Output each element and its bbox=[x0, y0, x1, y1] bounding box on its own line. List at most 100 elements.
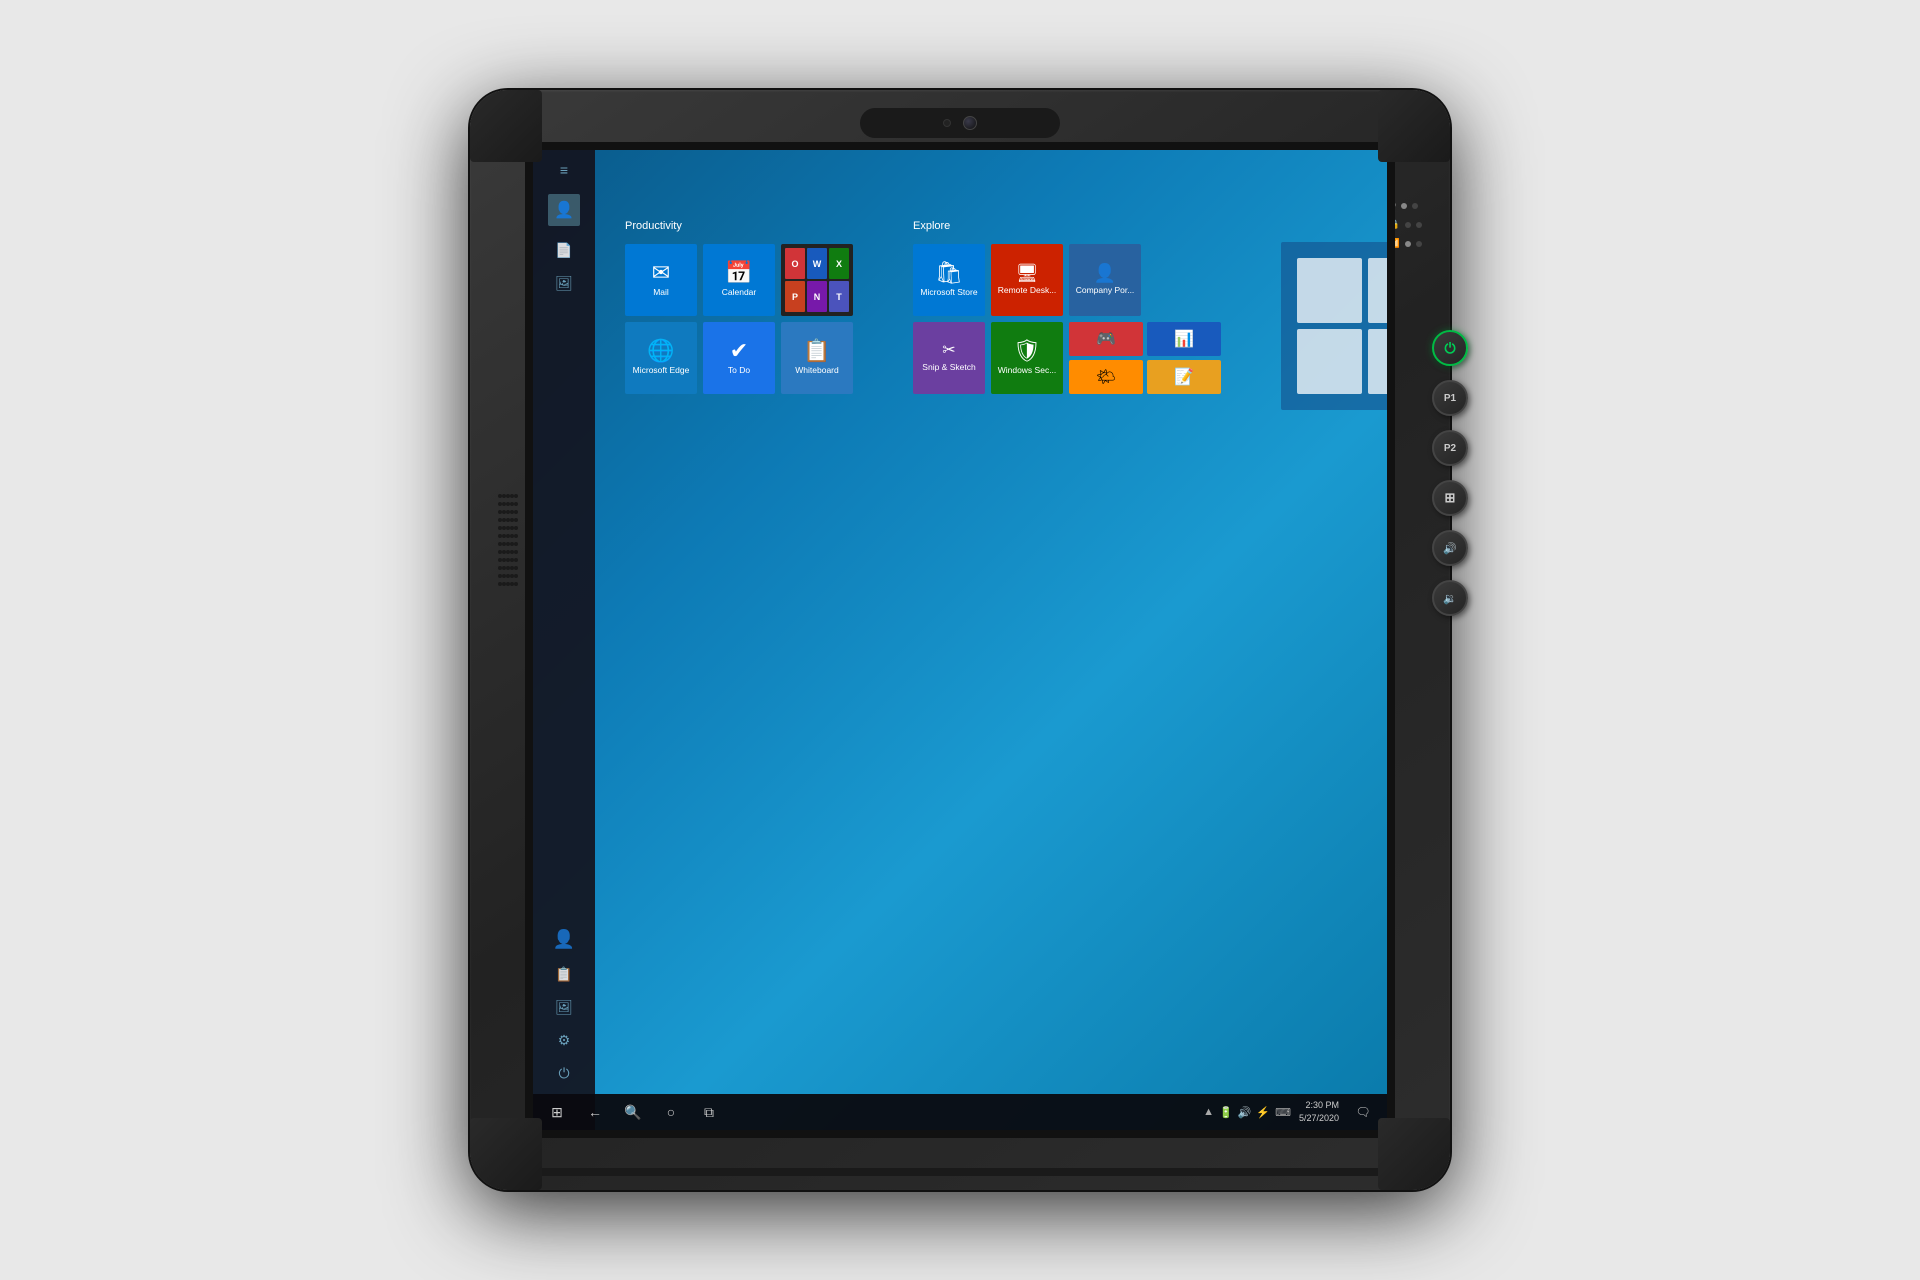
winsec-icon: 🛡 bbox=[1013, 340, 1041, 362]
speaker-hole-12 bbox=[498, 582, 502, 586]
speaker-grille bbox=[498, 440, 520, 640]
corner-bumper-bl bbox=[470, 1118, 542, 1190]
document-icon[interactable]: 📄 bbox=[555, 242, 572, 259]
volume-down-button[interactable]: 🔉 bbox=[1432, 580, 1468, 616]
keyboard-icon: ⌨ bbox=[1275, 1106, 1291, 1119]
explore-group: Explore 🛍 Microsoft Store 🖥 Remote Desk.… bbox=[913, 220, 1221, 1054]
edge-icon: 🌐 bbox=[647, 340, 674, 362]
notification-button[interactable]: 🗨 bbox=[1347, 1096, 1379, 1128]
camera-lens bbox=[963, 116, 977, 130]
search-button[interactable]: 🔍 bbox=[617, 1096, 649, 1128]
winsec-tile[interactable]: 🛡 Windows Sec... bbox=[991, 322, 1063, 394]
excel-cell: X bbox=[829, 248, 849, 279]
speaker-hole-4 bbox=[498, 518, 502, 522]
store-icon: 🛍 bbox=[935, 262, 963, 284]
whiteboard-label: Whiteboard bbox=[795, 365, 838, 375]
wifi-led-2 bbox=[1416, 241, 1422, 247]
start-menu-sidebar: ≡ 👤 📄 🖼 👤 📋 🖼 ⚙ ⏻ bbox=[533, 150, 595, 1130]
new-document-icon[interactable]: 📋 bbox=[555, 966, 572, 983]
tile-b[interactable]: 📊 bbox=[1147, 322, 1221, 356]
productivity-row-2: 🌐 Microsoft Edge ✔ To Do 📋 Whiteboard bbox=[625, 322, 853, 394]
taskbar: ⊞ ← 🔍 ○ ⧉ ▲ 🔋 🔊 ⚡ ⌨ 2:30 PM 5/ bbox=[533, 1094, 1387, 1130]
rdp-tile[interactable]: 🖥 Remote Desk... bbox=[991, 244, 1063, 316]
snip-tile[interactable]: ✂ Snip & Sketch bbox=[913, 322, 985, 394]
win-quad-2 bbox=[1368, 258, 1387, 323]
todo-label: To Do bbox=[728, 365, 750, 375]
win-quad-1 bbox=[1297, 258, 1362, 323]
screen-bezel: ≡ 👤 📄 🖼 👤 📋 🖼 ⚙ ⏻ Productivity bbox=[525, 142, 1395, 1138]
side-buttons: P1 P2 ⊞ 🔊 🔉 bbox=[1432, 330, 1468, 616]
rdp-label: Remote Desk... bbox=[998, 285, 1057, 295]
productivity-group: Productivity ✉ Mail 📅 Calendar bbox=[625, 220, 853, 1054]
volume-tray-icon: 🔊 bbox=[1238, 1106, 1252, 1119]
todo-tile[interactable]: ✔ To Do bbox=[703, 322, 775, 394]
start-button[interactable]: ⊞ bbox=[541, 1096, 573, 1128]
store-tile[interactable]: 🛍 Microsoft Store bbox=[913, 244, 985, 316]
picture-icon[interactable]: 🖼 bbox=[555, 999, 573, 1016]
onenote-cell: N bbox=[807, 281, 827, 312]
power-led-2 bbox=[1412, 203, 1418, 209]
volume-up-button[interactable]: 🔊 bbox=[1432, 530, 1468, 566]
snip-label: Snip & Sketch bbox=[922, 362, 975, 372]
whiteboard-tile[interactable]: 📋 Whiteboard bbox=[781, 322, 853, 394]
corner-bumper-br bbox=[1378, 1118, 1450, 1190]
speaker-hole-10 bbox=[498, 566, 502, 570]
speaker-hole-11 bbox=[498, 574, 502, 578]
corner-bumper-tr bbox=[1378, 90, 1450, 162]
p1-button[interactable]: P1 bbox=[1432, 380, 1468, 416]
task-view-button[interactable]: ⧉ bbox=[693, 1096, 725, 1128]
speaker-hole-5 bbox=[498, 526, 502, 530]
power-button[interactable] bbox=[1432, 330, 1468, 366]
speaker-hole-6 bbox=[498, 534, 502, 538]
user-avatar-icon[interactable]: 👤 bbox=[553, 929, 575, 950]
edge-tile[interactable]: 🌐 Microsoft Edge bbox=[625, 322, 697, 394]
system-tray-icons: ▲ 🔋 🔊 ⚡ ⌨ bbox=[1203, 1106, 1291, 1119]
battery-led-2 bbox=[1416, 222, 1422, 228]
system-clock[interactable]: 2:30 PM 5/27/2020 bbox=[1299, 1099, 1339, 1124]
back-button[interactable]: ← bbox=[579, 1096, 611, 1128]
speaker-hole-8 bbox=[498, 550, 502, 554]
snip-icon: ✂ bbox=[942, 343, 955, 359]
mail-icon: ✉ bbox=[652, 262, 670, 284]
images-icon[interactable]: 🖼 bbox=[555, 275, 573, 292]
word-cell: W bbox=[807, 248, 827, 279]
speaker-hole-9 bbox=[498, 558, 502, 562]
win-quad-3 bbox=[1297, 329, 1362, 394]
sticky-notes-tile[interactable]: 📝 bbox=[1147, 360, 1221, 394]
user-photo-tile: 👤 bbox=[548, 194, 580, 226]
windows-button[interactable]: ⊞ bbox=[1432, 480, 1468, 516]
tile-c[interactable]: 🌤 bbox=[1069, 360, 1143, 394]
calendar-tile[interactable]: 📅 Calendar bbox=[703, 244, 775, 316]
explore-row-1: 🛍 Microsoft Store 🖥 Remote Desk... 👤 Com… bbox=[913, 244, 1221, 316]
hamburger-menu-icon[interactable]: ≡ bbox=[560, 162, 568, 178]
windows-logo-tile bbox=[1281, 242, 1387, 410]
win-quad-4 bbox=[1368, 329, 1387, 394]
clock-date: 5/27/2020 bbox=[1299, 1112, 1339, 1125]
tablet-device: Getac ⏻ 🔒 📶 P1 P2 ⊞ 🔊 🔉 bbox=[470, 90, 1450, 1190]
explore-label: Explore bbox=[913, 220, 1221, 232]
tile-a[interactable]: 🎮 bbox=[1069, 322, 1143, 356]
speaker-hole-1 bbox=[498, 494, 502, 498]
tablet-bottom-foot bbox=[525, 1168, 1395, 1176]
speaker-hole-3 bbox=[498, 510, 502, 514]
cortana-button[interactable]: ○ bbox=[655, 1096, 687, 1128]
rdp-icon: 🖥 bbox=[1016, 264, 1039, 282]
company-label: Company Por... bbox=[1076, 285, 1135, 295]
mail-tile[interactable]: ✉ Mail bbox=[625, 244, 697, 316]
power-sidebar-icon[interactable]: ⏻ bbox=[558, 1065, 569, 1082]
multi-tile-area: 🎮 📊 🌤 📝 bbox=[1069, 322, 1221, 394]
battery-tray-icon: 🔋 bbox=[1219, 1106, 1233, 1119]
office-tile[interactable]: O W X P N T bbox=[781, 244, 853, 316]
p2-button[interactable]: P2 bbox=[1432, 430, 1468, 466]
winsec-label: Windows Sec... bbox=[998, 365, 1057, 375]
settings-icon[interactable]: ⚙ bbox=[558, 1032, 571, 1049]
edge-label: Microsoft Edge bbox=[633, 365, 690, 375]
usb-icon: ⚡ bbox=[1256, 1106, 1270, 1119]
wifi-led bbox=[1405, 241, 1411, 247]
microphone-dot bbox=[943, 119, 951, 127]
powerpoint-cell: P bbox=[785, 281, 805, 312]
company-tile[interactable]: 👤 Company Por... bbox=[1069, 244, 1141, 316]
calendar-label: Calendar bbox=[722, 287, 757, 297]
camera-bar bbox=[860, 108, 1060, 138]
calendar-icon: 📅 bbox=[725, 262, 752, 284]
